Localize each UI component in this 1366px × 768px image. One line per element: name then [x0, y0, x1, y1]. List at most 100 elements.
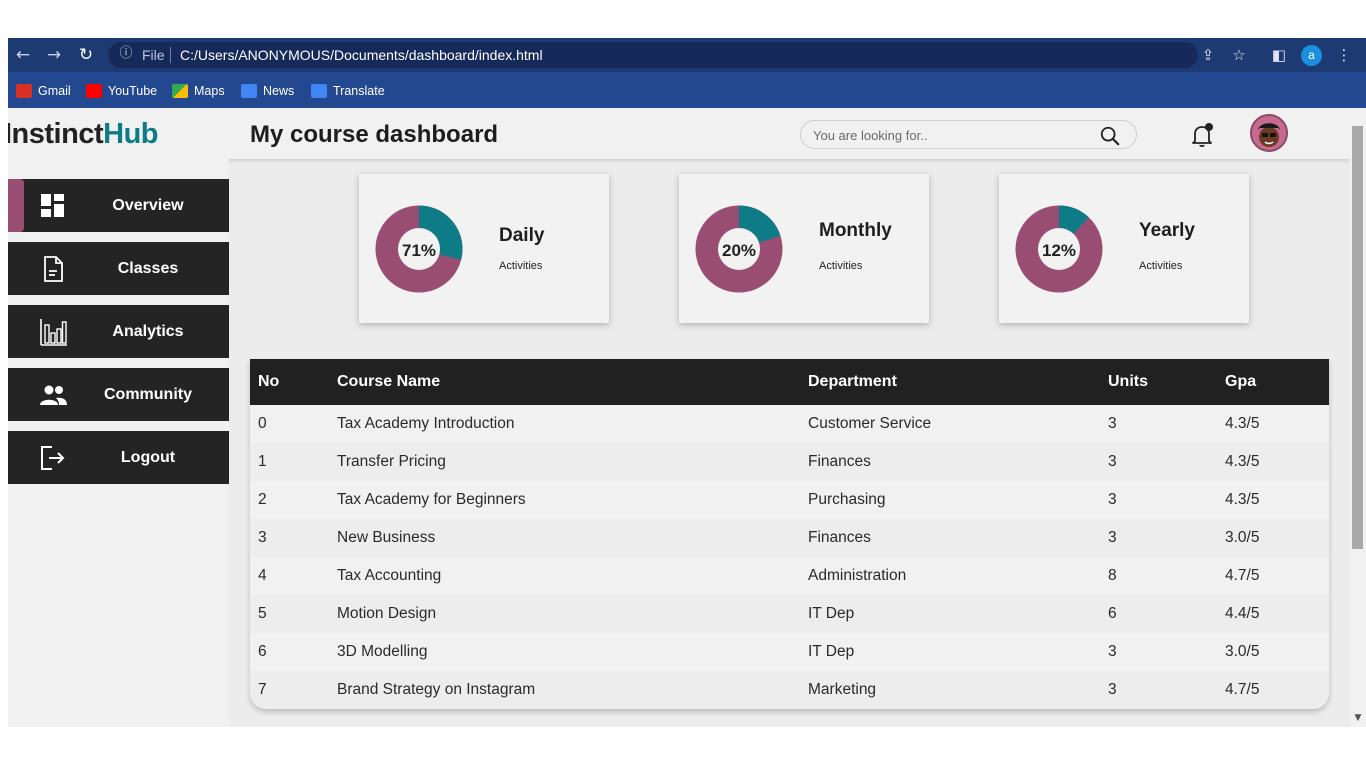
back-icon[interactable]: ←	[13, 45, 33, 65]
bookmark-translate[interactable]: Translate	[311, 82, 385, 100]
sidebar-item-community[interactable]: Community	[8, 368, 229, 421]
column-header-no[interactable]: No	[250, 359, 329, 405]
table-row[interactable]: 7 Brand Strategy on Instagram Marketing …	[250, 671, 1329, 709]
column-header-course-name[interactable]: Course Name	[329, 359, 800, 405]
notification-bell-icon[interactable]	[1190, 122, 1214, 148]
sidebar-item-analytics[interactable]: Analytics	[8, 305, 229, 358]
browser-window: ← → ↻ ⓘ File C:/Users/ANONYMOUS/Document…	[8, 38, 1366, 727]
cell-units: 3	[1108, 491, 1117, 508]
menu-icon[interactable]: ⋮	[1335, 46, 1353, 64]
cell-gpa: 4.7/5	[1225, 681, 1260, 698]
cell-gpa: 4.4/5	[1225, 605, 1260, 622]
cell-department: IT Dep	[808, 643, 855, 660]
table-row[interactable]: 2 Tax Academy for Beginners Purchasing 3…	[250, 481, 1329, 519]
user-avatar[interactable]	[1250, 114, 1288, 152]
cell-department: Purchasing	[808, 491, 886, 508]
url-text[interactable]: C:/Users/ANONYMOUS/Documents/dashboard/i…	[180, 47, 543, 63]
instincthub-logo[interactable]: InstinctHub	[8, 118, 158, 151]
card-subtitle: Activities	[819, 260, 863, 272]
page-scrollbar-thumb[interactable]	[1352, 126, 1363, 549]
cell-units: 6	[1108, 605, 1117, 622]
sidebar: Overview Classes Analytics Community Log…	[8, 159, 229, 727]
table-header-row: No Course Name Department Units Gpa	[250, 359, 1329, 405]
browser-toolbar: ← → ↻ ⓘ File C:/Users/ANONYMOUS/Document…	[8, 38, 1366, 72]
card-subtitle: Activities	[499, 260, 543, 272]
bookmark-youtube[interactable]: YouTube	[86, 82, 157, 100]
reload-icon[interactable]: ↻	[76, 45, 96, 65]
cell-no: 6	[258, 643, 267, 660]
share-icon[interactable]: ⇪	[1199, 46, 1217, 64]
logout-icon	[41, 446, 65, 470]
column-header-units[interactable]: Units	[1100, 359, 1217, 405]
yearly-percent: 12%	[1041, 241, 1077, 260]
search-input[interactable]	[813, 125, 1083, 145]
cell-course-name: Transfer Pricing	[337, 453, 446, 470]
people-icon	[40, 385, 67, 405]
cell-course-name: Tax Academy Introduction	[337, 415, 515, 432]
table-row[interactable]: 0 Tax Academy Introduction Customer Serv…	[250, 405, 1329, 443]
cell-department: IT Dep	[808, 605, 855, 622]
sidebar-item-logout[interactable]: Logout	[8, 431, 229, 484]
cell-course-name: New Business	[337, 529, 436, 546]
table-row[interactable]: 3 New Business Finances 3 3.0/5	[250, 519, 1329, 557]
bookmark-maps[interactable]: Maps	[172, 82, 225, 100]
daily-activity-card: 71% Daily Activities	[359, 174, 609, 323]
cell-no: 0	[258, 415, 267, 432]
cell-department: Finances	[808, 529, 871, 546]
column-header-department[interactable]: Department	[800, 359, 1100, 405]
gmail-icon	[16, 84, 32, 98]
info-icon[interactable]: ⓘ	[118, 46, 134, 62]
side-panel-icon[interactable]: ◧	[1270, 46, 1288, 64]
url-scheme: File	[142, 47, 165, 63]
bookmark-gmail[interactable]: Gmail	[16, 82, 71, 100]
address-bar[interactable]: ⓘ File C:/Users/ANONYMOUS/Documents/dash…	[108, 42, 1198, 68]
cell-no: 4	[258, 567, 267, 584]
bookmark-news[interactable]: News	[241, 82, 294, 100]
table-row[interactable]: 6 3D Modelling IT Dep 3 3.0/5	[250, 633, 1329, 671]
bookmarks-bar: Gmail YouTube Maps News Translate	[8, 72, 1366, 108]
table-row[interactable]: 5 Motion Design IT Dep 6 4.4/5	[250, 595, 1329, 633]
cell-department: Marketing	[808, 681, 877, 698]
sidebar-item-label: Logout	[120, 448, 176, 466]
column-header-gpa[interactable]: Gpa	[1217, 359, 1329, 405]
search-box[interactable]	[800, 120, 1137, 149]
monthly-activity-card: 20% Monthly Activities	[679, 174, 929, 323]
course-table: No Course Name Department Units Gpa 0 Ta…	[250, 359, 1329, 709]
cell-no: 1	[258, 453, 267, 470]
card-title: Yearly	[1139, 220, 1195, 241]
scroll-down-arrow-icon[interactable]: ▼	[1351, 712, 1365, 724]
cell-gpa: 3.0/5	[1225, 643, 1260, 660]
table-row[interactable]: 1 Transfer Pricing Finances 3 4.3/5	[250, 443, 1329, 481]
sidebar-item-label: Community	[104, 385, 192, 403]
search-icon[interactable]	[1099, 125, 1121, 147]
avatar-face-icon	[1258, 123, 1280, 147]
maps-icon	[172, 84, 188, 98]
cell-units: 3	[1108, 453, 1117, 470]
cell-gpa: 4.3/5	[1225, 453, 1260, 470]
cell-gpa: 4.3/5	[1225, 491, 1260, 508]
document-icon	[44, 256, 63, 282]
cell-gpa: 4.3/5	[1225, 415, 1260, 432]
cell-no: 3	[258, 529, 267, 546]
youtube-icon	[86, 84, 102, 98]
cell-gpa: 3.0/5	[1225, 529, 1260, 546]
monthly-percent: 20%	[721, 241, 757, 260]
cell-units: 3	[1108, 415, 1117, 432]
card-title: Monthly	[819, 220, 892, 241]
cell-no: 7	[258, 681, 267, 698]
cell-course-name: Tax Academy for Beginners	[337, 491, 526, 508]
cell-units: 8	[1108, 567, 1117, 584]
sidebar-item-overview[interactable]: Overview	[8, 179, 229, 232]
cell-no: 2	[258, 491, 267, 508]
sidebar-item-classes[interactable]: Classes	[8, 242, 229, 295]
translate-icon	[311, 84, 327, 98]
table-row[interactable]: 4 Tax Accounting Administration 8 4.7/5	[250, 557, 1329, 595]
cell-units: 3	[1108, 681, 1117, 698]
bookmark-star-icon[interactable]: ☆	[1230, 46, 1248, 64]
forward-icon[interactable]: →	[44, 45, 64, 65]
sidebar-item-label: Classes	[117, 259, 179, 277]
app-header: InstinctHub My course dashboard	[8, 108, 1350, 159]
cell-course-name: Tax Accounting	[337, 567, 442, 584]
cell-gpa: 4.7/5	[1225, 567, 1260, 584]
profile-avatar[interactable]: a	[1301, 45, 1322, 66]
